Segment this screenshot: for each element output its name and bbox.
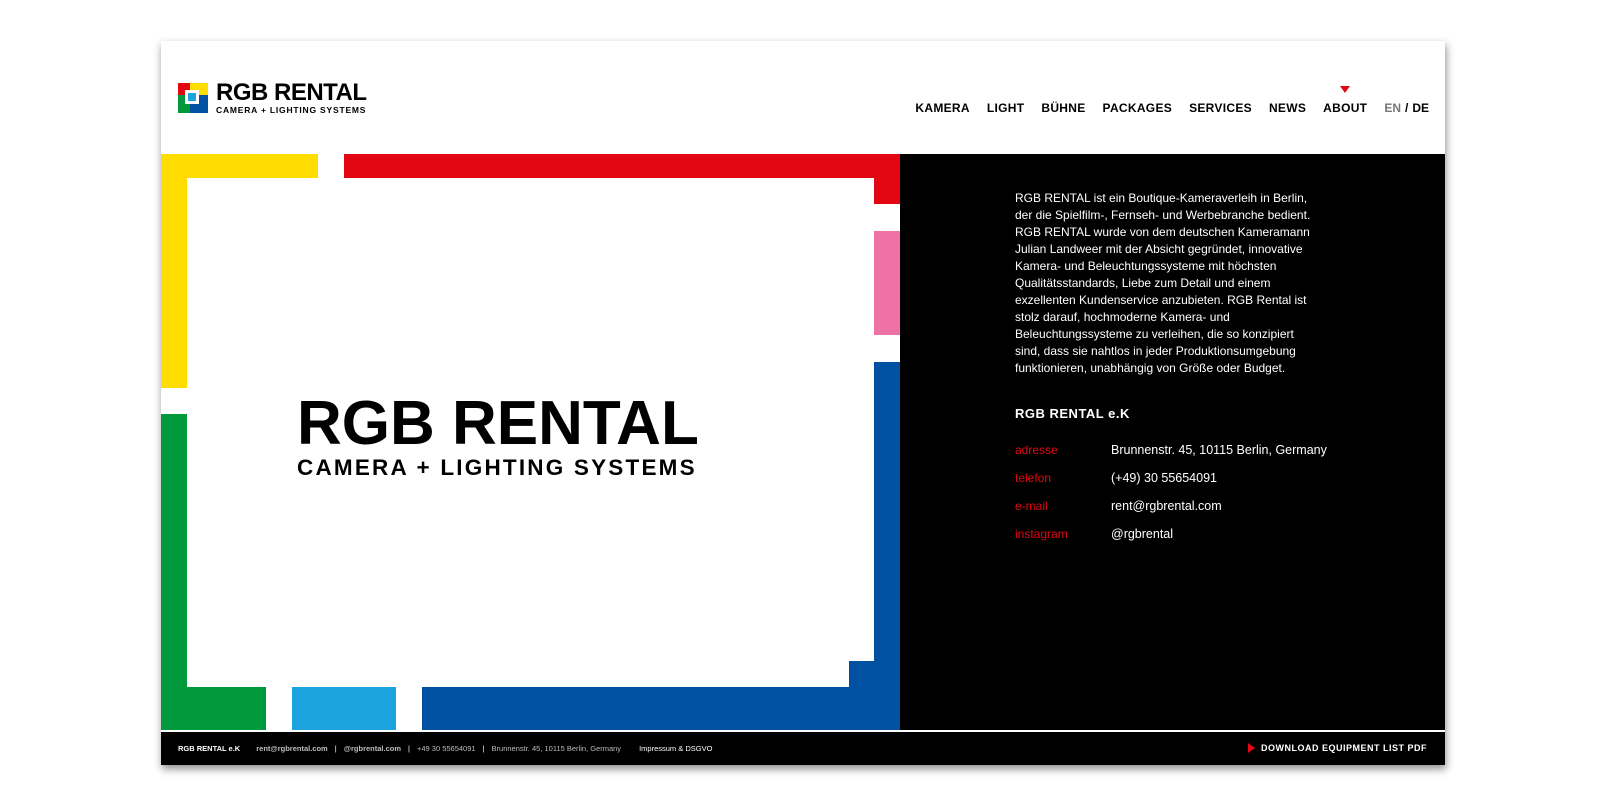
page: RGB RENTAL CAMERA + LIGHTING SYSTEMS KAM… [161,41,1445,765]
site-logo[interactable]: RGB RENTAL CAMERA + LIGHTING SYSTEMS [178,79,388,119]
footer-phone[interactable]: +49 30 55654091 [417,744,476,754]
contact-row-instagram: instagram @rgbrental [1015,526,1395,554]
nav-item-services[interactable]: SERVICES [1189,100,1252,116]
footer-brand: RGB RENTAL e.K [178,744,241,753]
hero-frame: RGB RENTAL CAMERA + LIGHTING SYSTEMS [161,154,900,730]
footer-instagram-link[interactable]: @rgbrental.com [344,744,401,754]
lang-de-link[interactable]: DE [1412,100,1429,116]
frame-pink-block [874,231,900,335]
frame-lightblue-bar [292,687,396,730]
contact-value: Brunnenstr. 45, 10115 Berlin, Germany [1111,443,1327,457]
contact-row-address: adresse Brunnenstr. 45, 10115 Berlin, Ge… [1015,442,1395,470]
site-footer: RGB RENTAL e.K rent@rgbrental.com | @rgb… [161,730,1445,765]
hero-logo-title: RGB RENTAL [297,389,699,458]
logo-tagline: CAMERA + LIGHTING SYSTEMS [216,105,367,115]
footer-info: RGB RENTAL e.K rent@rgbrental.com | @rgb… [178,744,712,754]
footer-separator: | [334,744,337,753]
rgb-logo-icon [178,83,208,113]
contact-value[interactable]: @rgbrental [1111,526,1173,542]
frame-yellow-side [161,154,187,388]
about-panel: RGB RENTAL ist ein Boutique-Kameraverlei… [900,154,1445,730]
download-pdf-button[interactable]: DOWNLOAD EQUIPMENT LIST PDF [1248,743,1427,753]
nav-item-kamera[interactable]: KAMERA [915,100,969,116]
nav-item-about-label: ABOUT [1323,101,1368,115]
nav-item-packages[interactable]: PACKAGES [1103,100,1173,116]
download-pdf-label: DOWNLOAD EQUIPMENT LIST PDF [1261,743,1427,753]
footer-email-link[interactable]: rent@rgbrental.com [256,744,328,754]
frame-green-side [161,414,187,730]
contact-label: adresse [1015,443,1058,457]
main-nav: KAMERA LIGHT BÜHNE PACKAGES SERVICES NEW… [898,86,1429,116]
contact-label: e-mail [1015,499,1048,513]
contact-row-email: e-mail rent@rgbrental.com [1015,498,1395,526]
about-text: RGB RENTAL ist ein Boutique-Kameraverlei… [1015,191,1311,375]
footer-separator: | [408,744,410,753]
language-switcher: EN / DE [1384,100,1429,116]
contact-label: instagram [1015,527,1068,541]
active-marker-icon [1340,86,1351,93]
hero-logo-tagline: CAMERA + LIGHTING SYSTEMS [297,455,697,480]
logo-title: RGB RENTAL [216,79,367,106]
contact-value[interactable]: (+49) 30 55654091 [1111,470,1217,486]
frame-blue-bar [422,687,900,730]
nav-item-light[interactable]: LIGHT [987,100,1025,116]
contact-label: telefon [1015,471,1052,485]
footer-separator: | [482,744,485,753]
contact-list: adresse Brunnenstr. 45, 10115 Berlin, Ge… [1015,442,1395,554]
nav-item-about[interactable]: ABOUT [1323,86,1368,116]
footer-legal-link[interactable]: Impressum & DSGVO [639,744,712,754]
hero-logo: RGB RENTAL CAMERA + LIGHTING SYSTEMS [297,389,777,480]
lang-separator: / [1404,101,1409,115]
frame-green-bar [161,687,266,730]
footer-address: Brunnenstr. 45, 10115 Berlin, Germany [491,744,622,753]
site-header: RGB RENTAL CAMERA + LIGHTING SYSTEMS KAM… [161,41,1445,156]
nav-item-news[interactable]: NEWS [1269,100,1306,116]
play-arrow-icon [1248,743,1255,753]
lang-en-link[interactable]: EN [1384,100,1401,116]
contact-row-phone: telefon (+49) 30 55654091 [1015,470,1395,498]
contact-value[interactable]: rent@rgbrental.com [1111,498,1222,514]
nav-item-buehne[interactable]: BÜHNE [1041,100,1085,116]
frame-red-bar [344,154,900,178]
company-name: RGB RENTAL e.K [1015,406,1130,421]
frame-red-side [874,154,900,204]
